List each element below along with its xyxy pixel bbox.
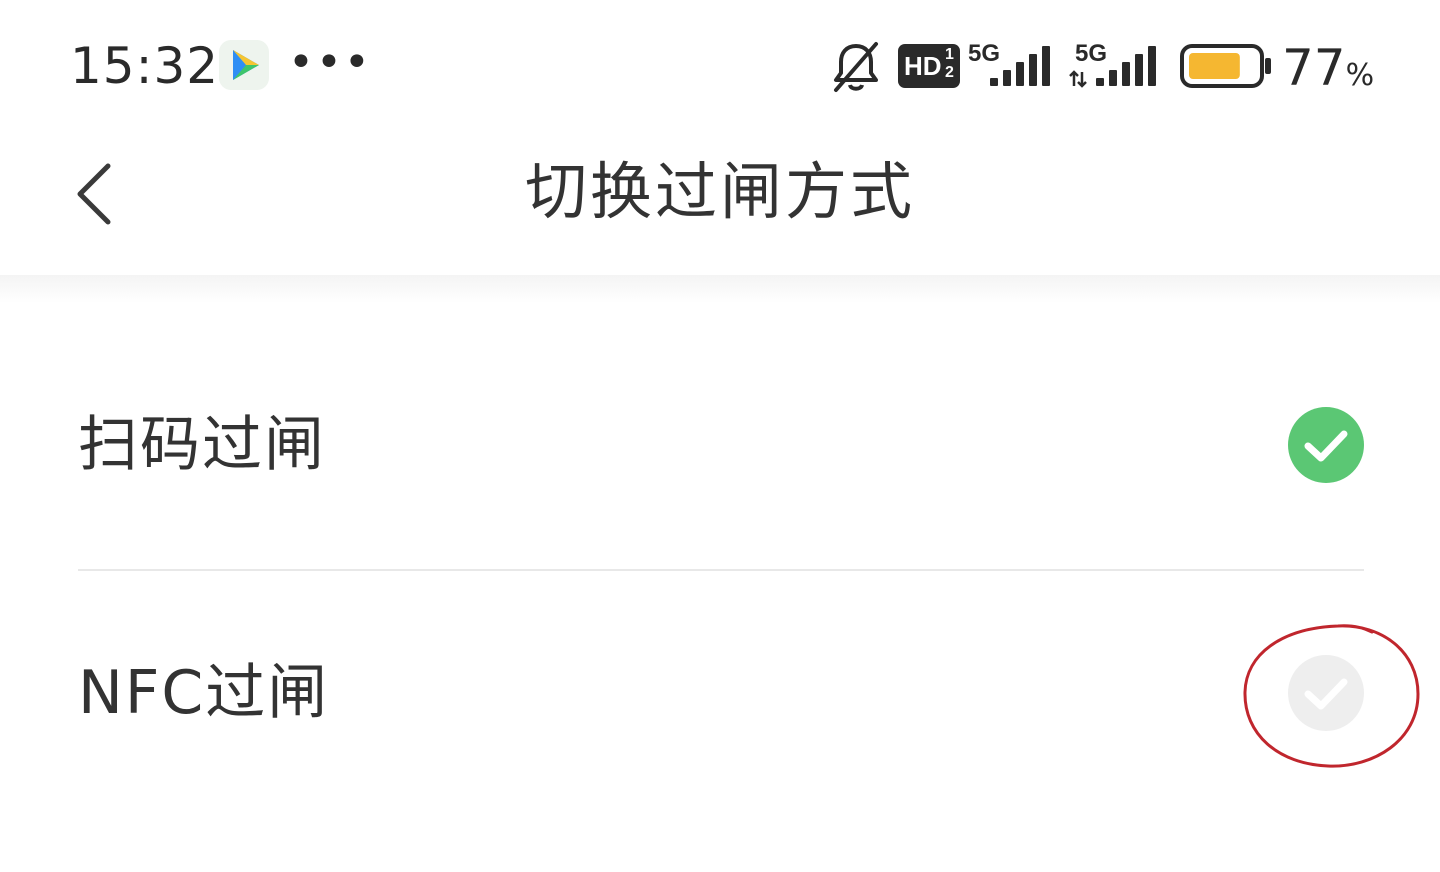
- hd-sub-label: 1 2: [945, 46, 954, 81]
- option-nfc[interactable]: NFC过闸: [78, 618, 1364, 768]
- page-title: 切换过闸方式: [524, 155, 915, 228]
- status-time: 15:32: [70, 37, 220, 95]
- header-shadow: [0, 275, 1440, 303]
- video-app-icon: [219, 40, 269, 90]
- divider: [78, 569, 1364, 571]
- mute-bell-icon: [828, 40, 884, 98]
- hd-label: HD: [904, 51, 942, 81]
- option-label: NFC过闸: [78, 658, 330, 728]
- option-scan-code[interactable]: 扫码过闸: [78, 370, 1364, 520]
- annotation-circle: [1242, 622, 1420, 768]
- status-bar: 15:32 ••• HD 1 2 5G 5G 77%: [0, 0, 1440, 130]
- more-dots-icon: •••: [288, 37, 372, 88]
- signal-icon: [1068, 44, 1164, 92]
- battery-percentage: 77%: [1282, 38, 1374, 106]
- battery-percent-value: 77: [1282, 39, 1346, 97]
- battery-percent-unit: %: [1345, 58, 1375, 93]
- signal-icon: [990, 44, 1056, 92]
- option-label: 扫码过闸: [78, 410, 326, 480]
- check-selected-icon[interactable]: [1288, 407, 1364, 483]
- hd-icon: HD 1 2: [898, 44, 960, 88]
- screen: 15:32 ••• HD 1 2 5G 5G 77% 切换过闸方式 扫码过闸 N…: [0, 0, 1440, 872]
- battery-icon: [1180, 44, 1274, 94]
- page-header: 切换过闸方式: [0, 130, 1440, 275]
